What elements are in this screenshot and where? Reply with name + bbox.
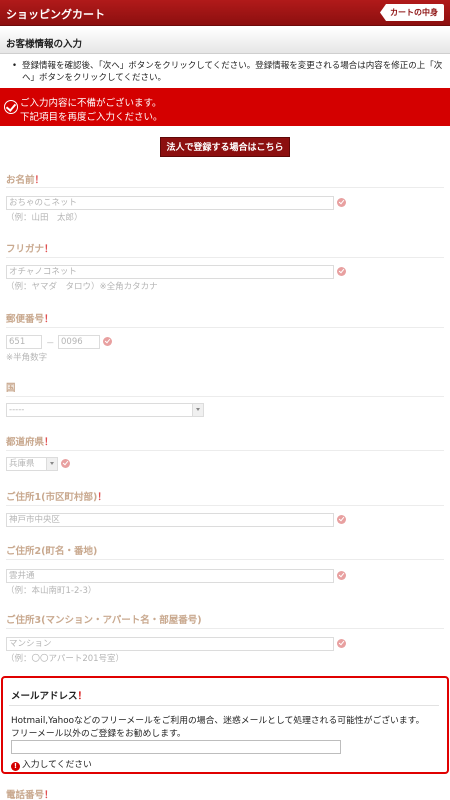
- furigana-hint: （例：ヤマダ タロウ）※全角カタカナ: [6, 282, 158, 292]
- furigana-input[interactable]: オチャノコネット: [6, 265, 334, 279]
- address3-label-text: ご住所3(マンション・アパート名・部屋番号): [6, 615, 202, 626]
- address1-label-text: ご住所1(市区町村部): [6, 492, 98, 503]
- required-mark: ！: [44, 314, 54, 325]
- error-banner-line2: 下記項目を再度ご入力ください。: [20, 112, 163, 123]
- check-icon: [337, 267, 346, 276]
- address2-label-text: ご住所2(町名・番地): [6, 546, 98, 557]
- instruction-text: 登録情報を確認後、「次へ」ボタンをクリックしてください。登録情報を変更される場合…: [22, 61, 443, 83]
- country-select[interactable]: -----: [6, 403, 204, 417]
- country-label: 国: [6, 380, 16, 394]
- prefecture-label-text: 都道府県: [6, 437, 45, 448]
- country-label-text: 国: [6, 383, 16, 394]
- section-header: お客様情報の入力: [0, 28, 450, 54]
- address2-hint: （例：本山南町1-2-3）: [6, 586, 97, 596]
- section-title: お客様情報の入力: [6, 39, 83, 50]
- required-mark: ！: [44, 244, 54, 255]
- check-icon: [61, 459, 70, 468]
- postal-input-1[interactable]: 651: [6, 335, 42, 349]
- email-label-text: メールアドレス: [11, 691, 78, 702]
- email-label: メールアドレス！: [11, 688, 87, 702]
- email-description-2: フリーメール以外のご登録をお勧めします。: [11, 729, 186, 739]
- address3-label: ご住所3(マンション・アパート名・部屋番号): [6, 612, 202, 626]
- divider: [6, 257, 444, 258]
- app-title: ショッピングカート: [6, 8, 105, 21]
- postal-input-2[interactable]: 0096: [58, 335, 100, 349]
- postal-label-text: 郵便番号: [6, 314, 45, 325]
- alert-icon: !: [11, 762, 20, 771]
- email-input[interactable]: [11, 740, 341, 754]
- check-icon: [337, 515, 346, 524]
- email-error-text: 入力してください: [22, 760, 92, 770]
- instruction-notice: • 登録情報を確認後、「次へ」ボタンをクリックしてください。登録情報を変更される…: [12, 60, 444, 84]
- email-error-message: ! 入力してください: [11, 757, 92, 771]
- divider: [6, 559, 444, 560]
- divider: [6, 327, 444, 328]
- address1-input[interactable]: 神戸市中央区: [6, 513, 334, 527]
- divider: [6, 396, 444, 397]
- check-icon: [337, 639, 346, 648]
- app-header: ショッピングカート カートの中身: [0, 0, 450, 26]
- divider: [6, 628, 444, 629]
- email-description-1: Hotmail,Yahooなどのフリーメールをご利用の場合、迷惑メールとして処理…: [11, 716, 425, 726]
- name-input[interactable]: おちゃのこネット: [6, 196, 334, 210]
- furigana-label: フリガナ！: [6, 241, 54, 255]
- required-mark: ！: [44, 790, 54, 800]
- prefecture-select[interactable]: 兵庫県: [6, 457, 58, 471]
- prefecture-selected: 兵庫県: [9, 459, 35, 469]
- cart-contents-button[interactable]: カートの中身: [380, 4, 444, 21]
- address3-input[interactable]: マンション: [6, 637, 334, 651]
- address2-input[interactable]: 雲井通: [6, 569, 334, 583]
- phone-label: 電話番号！: [6, 787, 54, 800]
- error-banner-line1: ご入力内容に不備がございます。: [20, 98, 162, 109]
- required-mark: ！: [97, 492, 107, 503]
- required-mark: ！: [77, 691, 88, 702]
- chevron-down-icon: [46, 458, 57, 470]
- prefecture-label: 都道府県！: [6, 434, 54, 448]
- check-icon: [337, 198, 346, 207]
- email-field-group: メールアドレス！ Hotmail,Yahooなどのフリーメールをご利用の場合、迷…: [1, 676, 449, 774]
- check-icon: [103, 337, 112, 346]
- required-mark: ！: [34, 175, 45, 186]
- name-label: お名前！: [6, 172, 44, 186]
- address2-label: ご住所2(町名・番地): [6, 543, 97, 557]
- name-label-text: お名前: [6, 175, 35, 186]
- required-mark: ！: [44, 437, 54, 448]
- chevron-down-icon: [192, 404, 203, 416]
- furigana-label-text: フリガナ: [6, 244, 45, 255]
- postal-hint: ※半角数字: [6, 353, 48, 363]
- divider: [6, 505, 444, 506]
- bullet-icon: •: [12, 61, 18, 71]
- corporate-register-button[interactable]: 法人で登録する場合はこちら: [160, 137, 290, 157]
- phone-label-text: 電話番号: [6, 790, 45, 800]
- address3-hint: （例：〇〇アパート201号室）: [6, 654, 125, 664]
- error-banner: ご入力内容に不備がございます。 下記項目を再度ご入力ください。: [0, 88, 450, 126]
- check-icon: [337, 571, 346, 580]
- name-hint: （例：山田 太郎）: [6, 213, 83, 223]
- divider: [6, 187, 444, 188]
- country-selected: -----: [9, 405, 25, 415]
- address1-label: ご住所1(市区町村部)！: [6, 489, 107, 503]
- postal-separator: －: [46, 339, 55, 349]
- check-circle-icon: [4, 100, 18, 114]
- postal-label: 郵便番号！: [6, 311, 54, 325]
- divider: [6, 450, 444, 451]
- divider: [9, 705, 439, 706]
